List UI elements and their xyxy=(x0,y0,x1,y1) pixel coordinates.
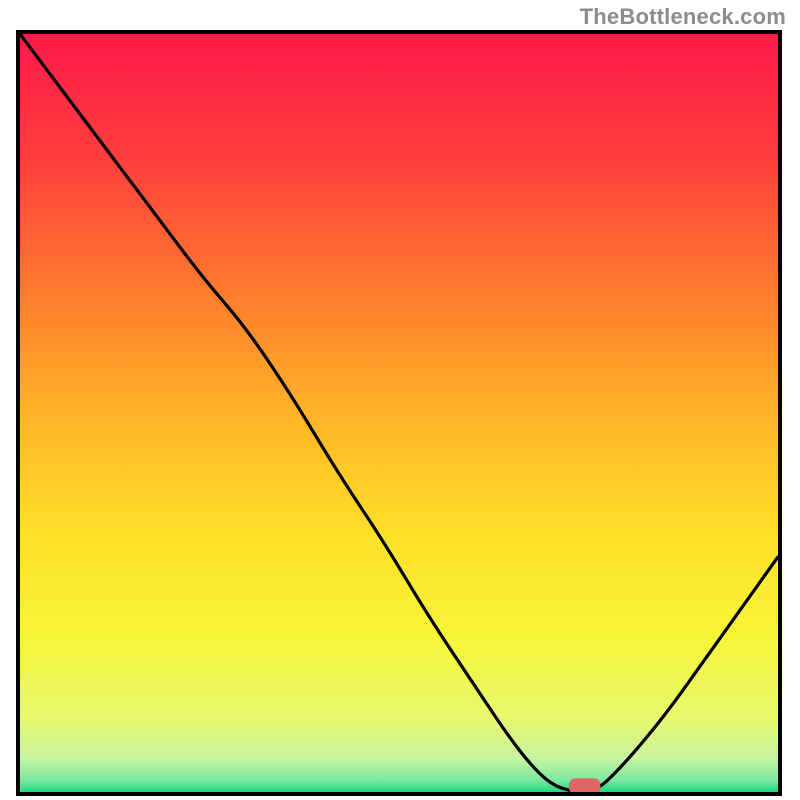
optimal-marker xyxy=(570,779,600,792)
chart-background xyxy=(20,34,778,792)
chart-svg xyxy=(20,34,778,792)
watermark-text: TheBottleneck.com xyxy=(580,4,786,30)
chart-frame xyxy=(16,30,782,796)
